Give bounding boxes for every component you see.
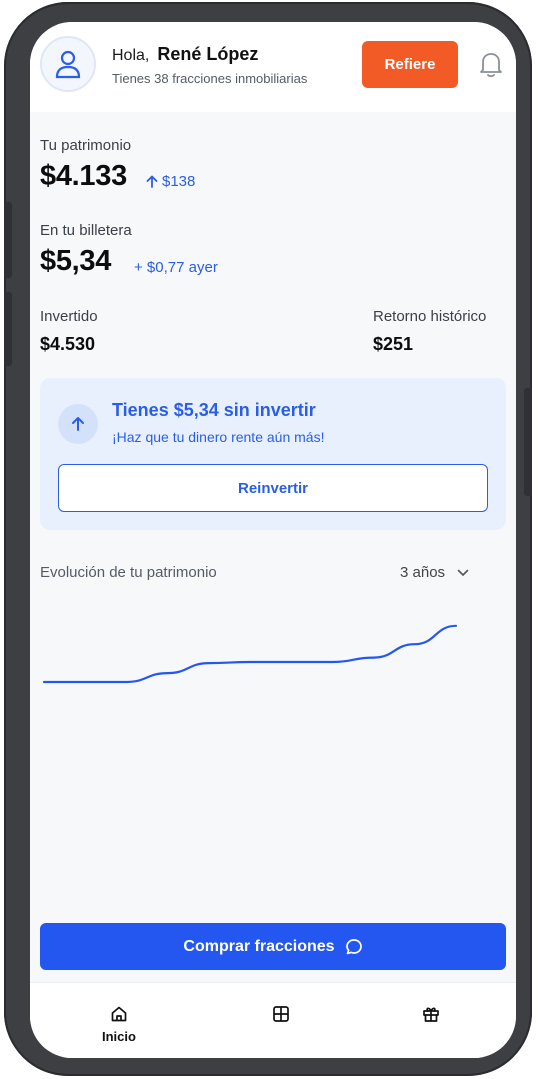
bell-icon[interactable]	[478, 50, 504, 78]
wallet-change: + $0,77 ayer	[134, 259, 218, 276]
wallet-label: En tu billetera	[40, 222, 132, 239]
reinvest-card-subtitle: ¡Haz que tu dinero rente aún más!	[112, 429, 325, 445]
portfolio-change: $138	[146, 173, 195, 190]
avatar[interactable]	[40, 36, 96, 92]
refer-button[interactable]: Refiere	[362, 41, 458, 88]
phone-frame: Hola, René López Tienes 38 fracciones in…	[4, 2, 532, 1076]
returns-value: $251	[373, 334, 414, 354]
series-line	[42, 624, 458, 684]
user-icon	[55, 50, 81, 79]
greeting-text: Hola,	[112, 47, 150, 64]
chat-bubble-icon	[345, 938, 362, 954]
arrow-up-icon	[72, 417, 84, 431]
chart-title: Evolución de tu patrimonio	[40, 564, 217, 581]
power-button	[524, 388, 532, 496]
invested-label: Invertido	[40, 308, 98, 325]
returns-label: Retorno histórico	[373, 308, 487, 325]
volume-up-button	[4, 202, 12, 278]
bottom-nav: Inicio	[30, 982, 516, 1058]
home-icon	[111, 1006, 127, 1022]
portfolio-label: Tu patrimonio	[40, 137, 132, 154]
arrow-up-icon	[146, 175, 158, 188]
greeting-row: Hola, René López	[112, 44, 258, 65]
nav-item-inicio[interactable]: Inicio	[102, 1005, 136, 1044]
user-name: René López	[157, 44, 259, 64]
portfolio-change-value: $138	[162, 173, 196, 190]
grid-icon	[273, 1006, 289, 1022]
reinvest-button[interactable]: Reinvertir	[58, 464, 488, 512]
wallet-value: $5,34	[40, 245, 112, 277]
nav-item-rewards[interactable]	[422, 1005, 440, 1023]
chevron-down-icon	[457, 569, 469, 576]
wallet-change-value: + $0,77 ayer	[134, 259, 218, 276]
reinvest-card-icon	[58, 404, 98, 444]
reinvest-card-title: Tienes $5,34 sin invertir	[112, 400, 316, 420]
fractions-count: Tienes 38 fracciones inmobiliarias	[112, 71, 308, 86]
period-selector[interactable]: 3 años	[400, 564, 469, 581]
portfolio-evolution-chart	[42, 624, 458, 684]
nav-label-inicio: Inicio	[102, 1029, 136, 1044]
top-header: Hola, René López Tienes 38 fracciones in…	[30, 22, 516, 112]
volume-down-button	[4, 292, 12, 366]
buy-fractions-label: Comprar fracciones	[183, 937, 335, 955]
portfolio-value: $4.133	[40, 160, 127, 192]
period-value: 3 años	[400, 564, 446, 581]
app-screen: Hola, René López Tienes 38 fracciones in…	[30, 22, 516, 1058]
invested-value: $4.530	[40, 334, 96, 354]
buy-fractions-button[interactable]: Comprar fracciones	[40, 923, 506, 970]
nav-item-properties[interactable]	[272, 1005, 290, 1023]
reinvest-card: Tienes $5,34 sin invertir ¡Haz que tu di…	[40, 378, 506, 530]
gift-icon	[423, 1007, 439, 1022]
